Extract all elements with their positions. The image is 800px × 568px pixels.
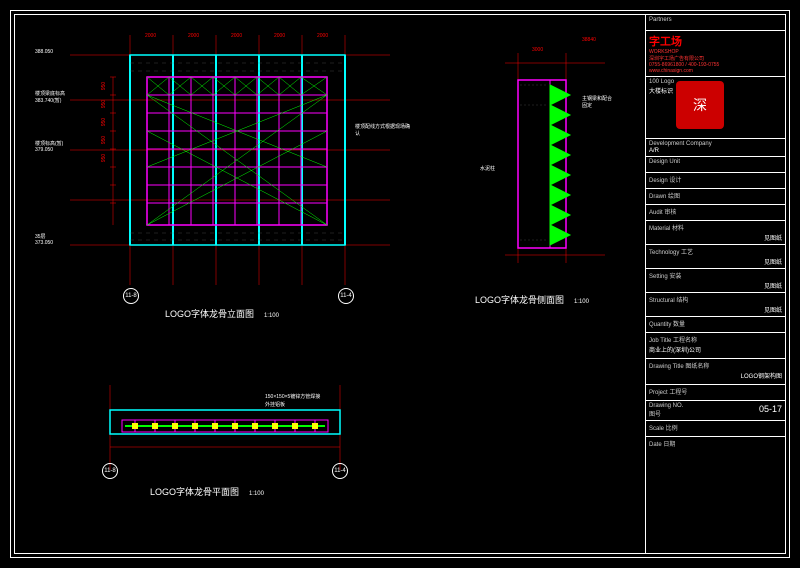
outer-frame: 2000 2000 2000 2000 2000 950 950 950 950… [10,10,790,558]
drawing-number: 05-17 [759,404,782,418]
tb-struct: Structural 结构 见图纸 [646,293,785,317]
tb-date: Date 日期 [646,437,785,453]
tb-qty: Quantity 数量 [646,317,785,333]
section-title: LOGO字体龙骨侧面图 [475,295,564,305]
inner-frame: 2000 2000 2000 2000 2000 950 950 950 950… [14,14,786,554]
company-seal: 深 [676,81,724,129]
grid-marker-p-11-4: 11-4 [332,463,348,479]
note-n5: 外挂铝板 [265,401,285,408]
elev-lv4: 373.050 [35,240,53,246]
tb-partner: Partners [646,15,785,31]
sect-dim2: 38840 [582,37,596,43]
tb-seal-row: 100 Logo 大楼标识 深 [646,77,785,139]
elevation-svg [35,35,415,295]
dim-col: 2000 [317,33,328,39]
grid-marker-p-11-8: 11-8 [102,463,118,479]
elev-lv3-lbl: 楼顶标高(暂) [35,140,63,147]
plan-scale: 1:100 [249,491,264,497]
elev-lv1: 388.050 [35,49,53,55]
tb-scale: Scale 比例 [646,421,785,437]
dim-row: 950 [101,118,107,126]
dim-col: 2000 [274,33,285,39]
dim-col: 2000 [188,33,199,39]
dim-col: 2000 [145,33,156,39]
tb-setting: Setting 安装 见图纸 [646,269,785,293]
dim-row: 950 [101,82,107,90]
tb-dwgno: Drawing NO. 图号 05-17 [646,401,785,421]
sect-dim: 3000 [532,47,543,53]
elevation-view: 2000 2000 2000 2000 2000 950 950 950 950… [35,35,415,325]
elev-lv4-lbl: 35层 [35,233,46,240]
plan-title: LOGO字体龙骨平面图 [150,487,239,497]
dim-row: 950 [101,136,107,144]
tb-project: Project 工程号 [646,385,785,401]
note-n2: 主钢梁和配合固定 [582,95,615,109]
plan-view: 150×150×5镀锌方管焊接 外挂铝板 11-8 11-4 LOGO字体龙骨平… [60,375,400,525]
tb-dwgtitle: Drawing Title 图纸名称 LOGO钢架构图 [646,359,785,385]
tb-drawn: Drawn 绘图 [646,189,785,205]
section-svg [490,45,615,285]
elev-lv2: 383.740(暂) [35,97,61,104]
elev-lv3: 379.050 [35,147,53,153]
note-n4: 150×150×5镀锌方管焊接 [265,393,320,400]
dim-row: 950 [101,154,107,162]
elev-lv2-lbl: 楼顶梁底标高 [35,90,65,97]
tb-jobtitle: Job Title 工程名称 商业上的(深圳)公司 [646,333,785,359]
titleblock: Partners 字工场 WORKSHOP 深圳字工场广告有限公司 0755-8… [645,15,785,553]
tb-design: Design 设计 [646,173,785,189]
dim-col: 2000 [231,33,242,39]
brand-logo: 字工场 [649,33,782,49]
tb-brand: 字工场 WORKSHOP 深圳字工场广告有限公司 0755-86961800 /… [646,31,785,77]
grid-marker-11-8: 11-8 [123,288,139,304]
dim-row: 950 [101,100,107,108]
section-view: 3000 38840 主钢梁和配合固定 水泥柱 LOGO字体龙骨侧面图 1:10… [490,45,615,325]
tb-audit: Audit 审核 [646,205,785,221]
tb-design-unit: Design Unit [646,157,785,173]
tb-tech: Technology 工艺 见图纸 [646,245,785,269]
tb-dev: Development Company A/R [646,139,785,157]
drawing-area: 2000 2000 2000 2000 2000 950 950 950 950… [15,15,645,553]
grid-marker-11-4: 11-4 [338,288,354,304]
elevation-title: LOGO字体龙骨立面图 [165,309,254,319]
elevation-scale: 1:100 [264,313,279,319]
note-n1: 楼顶配线方式根据现场确认 [355,123,410,137]
section-scale: 1:100 [574,299,589,305]
note-n3: 水泥柱 [480,165,495,172]
tb-material: Material 材料 见图纸 [646,221,785,245]
